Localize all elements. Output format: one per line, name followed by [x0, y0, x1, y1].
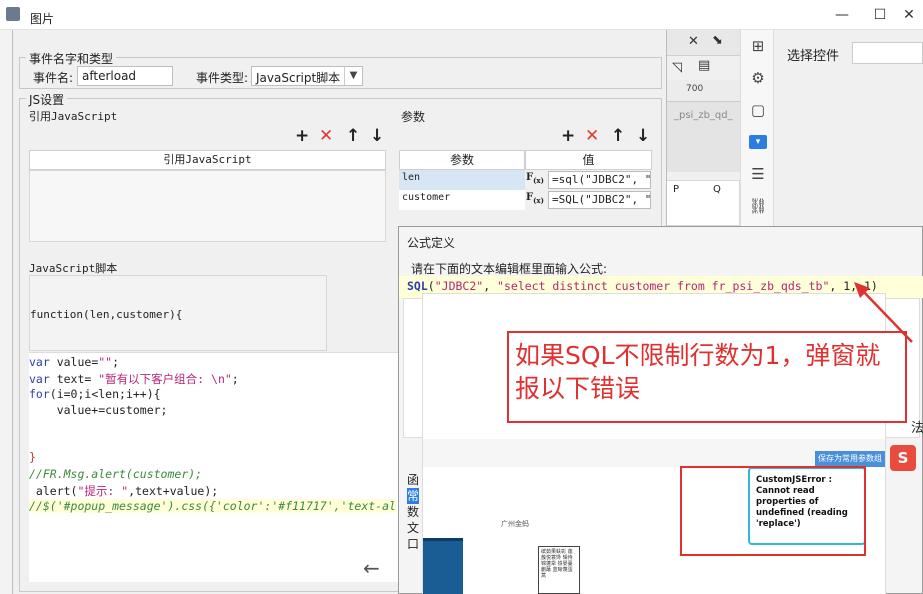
move-down-ref-button[interactable]: ↓: [370, 128, 384, 145]
function-signature: function(len,customer){: [30, 308, 183, 321]
formula-prompt: 请在下面的文本编辑框里面输入公式:: [411, 262, 608, 276]
function-categories: 函 常 数 文 口: [407, 473, 420, 551]
event-name-input[interactable]: afterload: [77, 66, 173, 86]
blue-banner: [423, 538, 463, 594]
ref-js-label: 引用JavaScript: [29, 110, 118, 123]
component-sidebar: ⊞ ⚙ ▢ ▾ ☰ ⛓: [740, 30, 774, 240]
method-label: 法: [911, 421, 923, 436]
designer-grid: P Q: [666, 180, 740, 226]
window-title: 图片: [30, 12, 55, 26]
ref-js-header: 引用JavaScript: [29, 150, 386, 170]
layout-icon[interactable]: ⊞: [741, 30, 775, 62]
param-value[interactable]: =SQL("JDBC2", "s: [548, 191, 651, 209]
paint-format-icon[interactable]: ⬊: [712, 33, 723, 48]
formula-icon[interactable]: F(x): [526, 190, 546, 210]
event-type-select[interactable]: JavaScript脚本 ▼: [251, 66, 363, 86]
delete-ref-button[interactable]: ✕: [319, 128, 333, 145]
annotation-arrow: [854, 282, 913, 343]
params-header-value: 值: [525, 150, 652, 170]
properties-icon[interactable]: ⚙: [741, 62, 775, 94]
add-param-button[interactable]: +: [561, 128, 575, 145]
designer-cell: _psi_zb_qd_: [666, 102, 740, 172]
js-code-editor[interactable]: var value=""; var text= "暂有以下客户组合: \n"; …: [29, 352, 409, 582]
frame-icon[interactable]: ▢: [741, 94, 775, 126]
close-tab-icon[interactable]: ✕: [688, 34, 699, 49]
designer-toolbar: ✕ ⬊: [666, 30, 740, 56]
event-type-value: JavaScript脚本: [256, 71, 341, 85]
sogou-ime-icon[interactable]: S: [890, 445, 916, 471]
params-header-name: 参数: [399, 150, 525, 170]
param-name: len: [399, 170, 525, 190]
list-icon[interactable]: ☰: [741, 158, 775, 190]
annotation-callout: 如果SQL不限制行数为1，弹窗就报以下错误: [507, 331, 907, 423]
stamp-text: 缤茹果蚨彰 莲蔟悦蓑馋 辑侍锦蓬牮 铁晏蔓蒯蘸 蓝晰蔑蛋蒿: [538, 546, 580, 594]
js-setting-title: JS设置: [26, 91, 68, 108]
event-name-type-title: 事件名字和类型: [26, 50, 117, 67]
column-q: Q: [713, 184, 721, 195]
params-label: 参数: [401, 110, 426, 124]
maximize-button[interactable]: ☐: [865, 4, 895, 26]
app-icon: [6, 7, 20, 21]
column-p: P: [673, 184, 680, 195]
formula-dialog-title: 公式定义: [407, 236, 456, 250]
js-script-label: JavaScript脚本: [29, 262, 118, 275]
save-params-button: 保存为常用参数组合: [815, 451, 885, 479]
link-icon[interactable]: ⛓: [741, 190, 775, 222]
delete-param-button[interactable]: ✕: [585, 128, 599, 145]
event-type-label: 事件类型:: [196, 71, 249, 85]
move-up-param-button[interactable]: ↑: [611, 128, 625, 145]
window-titlebar: 图片 — ☐ ✕: [0, 0, 923, 30]
select-widget-input[interactable]: [852, 42, 923, 64]
error-highlight-box: [680, 466, 866, 556]
formula-icon[interactable]: F(x): [526, 170, 546, 190]
function-signature-box: function(len,customer){: [29, 275, 327, 351]
sheet-icon[interactable]: ▤: [698, 58, 710, 73]
ruler: 700: [666, 80, 740, 102]
ref-js-list[interactable]: [29, 170, 386, 242]
chevron-down-icon[interactable]: ▼: [344, 67, 362, 85]
move-down-param-button[interactable]: ↓: [636, 128, 650, 145]
param-row[interactable]: len F(x) =sql("JDBC2", "w: [399, 170, 652, 190]
back-arrow-icon[interactable]: ←: [363, 556, 380, 580]
move-up-ref-button[interactable]: ↑: [346, 128, 360, 145]
close-button[interactable]: ✕: [894, 4, 923, 26]
param-name: customer: [399, 190, 525, 210]
company-logo: 广州金蚂: [501, 520, 529, 528]
cursor-icon[interactable]: ◹: [672, 60, 682, 75]
param-value[interactable]: =sql("JDBC2", "w: [548, 171, 651, 189]
event-name-label: 事件名:: [33, 71, 74, 85]
widget-icon[interactable]: ▾: [741, 126, 775, 158]
param-row[interactable]: customer F(x) =SQL("JDBC2", "s: [399, 190, 652, 210]
minimize-button[interactable]: —: [827, 4, 857, 26]
add-ref-button[interactable]: +: [295, 128, 309, 145]
select-widget-label: 选择控件: [787, 49, 840, 64]
